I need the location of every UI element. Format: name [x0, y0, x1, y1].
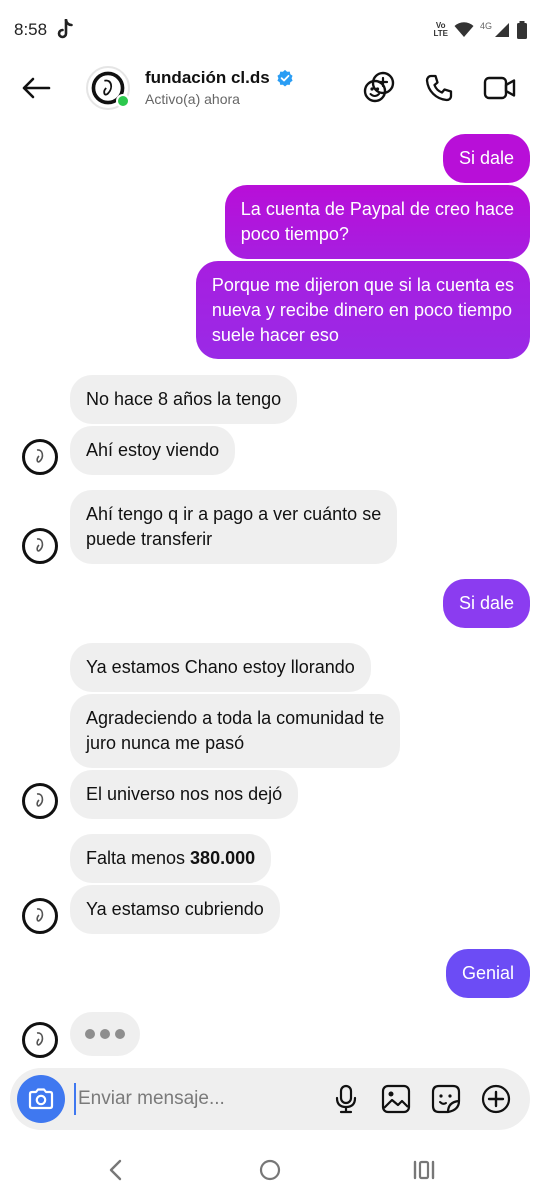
- message-incoming[interactable]: Ahí estoy viendo: [70, 426, 236, 475]
- message-outgoing[interactable]: La cuenta de Paypal de creo hace poco ti…: [224, 185, 530, 259]
- nav-home-button[interactable]: [254, 1156, 286, 1184]
- message-text-line: Agradeciendo a toda la comunidad te: [86, 708, 385, 728]
- message-text: Ya estamos Chano estoy llorando: [86, 657, 355, 677]
- message-text: Falta menos: [86, 848, 191, 868]
- logo-avatar-icon: [27, 533, 53, 559]
- effects-icon: [363, 71, 395, 103]
- sticker-icon: [431, 1084, 461, 1114]
- video-call-button[interactable]: [482, 70, 518, 106]
- message-outgoing[interactable]: Porque me dijeron que si la cuenta es nu…: [195, 261, 530, 359]
- verified-icon: [277, 69, 293, 87]
- message-text: Ya estamso cubriendo: [86, 899, 264, 919]
- chat-header: fundación cl.ds Activo(a) ahora: [0, 60, 540, 116]
- message-text-line: La cuenta de Paypal de creo hace: [240, 199, 514, 219]
- video-icon: [483, 76, 516, 100]
- nav-back-button[interactable]: [100, 1156, 132, 1184]
- microphone-icon: [335, 1084, 357, 1114]
- message-incoming[interactable]: Ya estamso cubriendo: [70, 885, 280, 934]
- message-outgoing[interactable]: Si dale: [442, 579, 530, 628]
- plus-icon: [481, 1084, 511, 1114]
- gallery-icon: [381, 1084, 411, 1114]
- more-options-button[interactable]: [480, 1083, 512, 1115]
- status-icons: Vo LTE 4G: [433, 18, 528, 42]
- wifi-icon: [454, 22, 474, 37]
- phone-icon: [425, 74, 453, 102]
- sender-avatar[interactable]: [22, 898, 58, 934]
- contact-name-row[interactable]: fundación cl.ds: [145, 68, 294, 88]
- message-text-line: Porque me dijeron que si la cuenta es: [211, 275, 514, 295]
- logo-avatar-icon: [27, 788, 53, 814]
- volte-bottom: LTE: [433, 29, 448, 38]
- nav-recents-button[interactable]: [408, 1156, 440, 1184]
- typing-dot: [100, 1029, 110, 1039]
- message-outgoing[interactable]: Genial: [445, 949, 530, 998]
- message-text: Si dale: [458, 593, 514, 613]
- home-nav-icon: [259, 1159, 281, 1181]
- contact-name: fundación cl.ds: [145, 68, 270, 87]
- status-bar: 8:58 Vo LTE 4G: [0, 0, 540, 60]
- message-text-line: puede transferir: [86, 529, 213, 549]
- effects-button[interactable]: [361, 70, 397, 106]
- back-button[interactable]: [16, 70, 56, 106]
- online-status-dot: [116, 94, 130, 108]
- tiktok-icon: [57, 19, 73, 39]
- back-nav-icon: [109, 1159, 122, 1181]
- recents-nav-icon: [413, 1160, 435, 1180]
- audio-call-button[interactable]: [421, 70, 457, 106]
- message-text: Genial: [461, 963, 514, 983]
- message-text-line: suele hacer eso: [211, 325, 339, 345]
- back-arrow-icon: [22, 77, 51, 99]
- message-incoming[interactable]: Ya estamos Chano estoy llorando: [70, 643, 371, 692]
- message-text-line: poco tiempo?: [240, 224, 349, 244]
- message-text: El universo nos nos dejó: [86, 784, 283, 804]
- battery-icon: [517, 21, 527, 39]
- sender-avatar[interactable]: [22, 1022, 58, 1058]
- voice-message-button[interactable]: [330, 1083, 362, 1115]
- typing-dot: [115, 1029, 125, 1039]
- message-composer: [10, 1068, 530, 1130]
- message-text: Si dale: [458, 148, 514, 168]
- contact-status: Activo(a) ahora: [145, 91, 240, 107]
- camera-button[interactable]: [17, 1075, 65, 1123]
- camera-icon: [28, 1088, 54, 1110]
- message-text: Ahí estoy viendo: [86, 440, 220, 460]
- message-amount: 380.000: [190, 848, 256, 868]
- gallery-button[interactable]: [380, 1083, 412, 1115]
- message-incoming[interactable]: Ahí tengo q ir a pago a ver cuánto se pu…: [70, 490, 398, 564]
- message-incoming[interactable]: Agradeciendo a toda la comunidad te juro…: [70, 694, 401, 768]
- volte-icon: Vo LTE: [433, 22, 448, 38]
- system-nav-bar: [0, 1140, 540, 1200]
- typing-dot: [85, 1029, 95, 1039]
- logo-avatar-icon: [27, 1027, 53, 1053]
- message-incoming[interactable]: El universo nos nos dejó: [70, 770, 299, 819]
- logo-avatar-icon: [27, 903, 53, 929]
- message-text-line: nueva y recibe dinero en poco tiempo: [211, 300, 513, 320]
- status-time: 8:58: [14, 20, 48, 39]
- signal-icon: [495, 23, 509, 37]
- sender-avatar[interactable]: [22, 783, 58, 819]
- message-text: No hace 8 años la tengo: [86, 389, 282, 409]
- logo-avatar-icon: [27, 444, 53, 470]
- sender-avatar[interactable]: [22, 528, 58, 564]
- message-text-line: Ahí tengo q ir a pago a ver cuánto se: [86, 504, 382, 524]
- message-incoming[interactable]: No hace 8 años la tengo: [70, 375, 298, 424]
- message-outgoing[interactable]: Si dale: [442, 134, 530, 183]
- network-type: 4G: [479, 21, 492, 31]
- sticker-button[interactable]: [430, 1083, 462, 1115]
- message-incoming[interactable]: Falta menos 380.000: [70, 834, 272, 883]
- message-input[interactable]: [74, 1083, 314, 1115]
- typing-indicator: [70, 1012, 140, 1056]
- sender-avatar[interactable]: [22, 439, 58, 475]
- message-text-line: juro nunca me pasó: [86, 733, 245, 753]
